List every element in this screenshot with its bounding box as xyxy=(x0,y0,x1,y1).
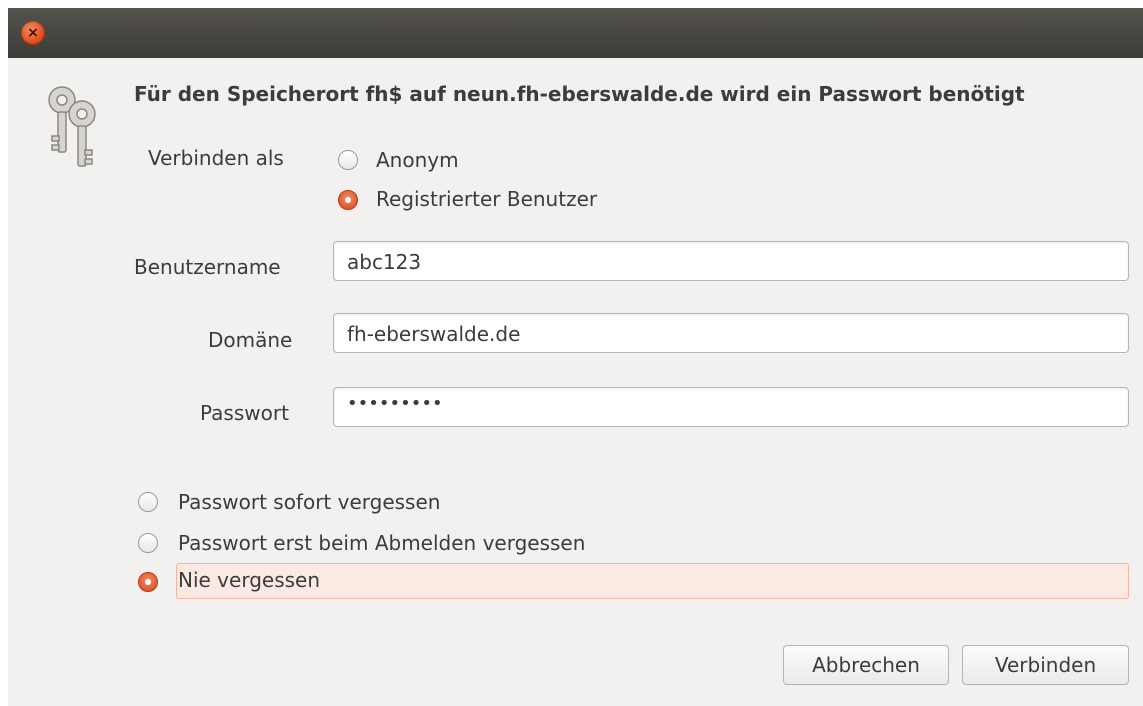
keys-icon xyxy=(48,86,96,167)
radio-forget-immediately[interactable] xyxy=(138,492,158,512)
password-field[interactable]: ••••••••• xyxy=(333,387,1129,427)
radio-forget-on-logout-label[interactable]: Passwort erst beim Abmelden vergessen xyxy=(178,531,585,555)
domain-label: Domäne xyxy=(208,328,293,352)
username-field[interactable]: abc123 xyxy=(333,241,1129,281)
domain-field[interactable]: fh-eberswalde.de xyxy=(333,313,1129,353)
cancel-button[interactable]: Abbrechen xyxy=(783,645,949,685)
close-icon[interactable]: × xyxy=(21,21,45,45)
password-value: ••••••••• xyxy=(347,393,443,414)
domain-value: fh-eberswalde.de xyxy=(347,322,521,346)
username-label: Benutzername xyxy=(134,255,281,279)
title-bar[interactable]: × xyxy=(8,8,1143,58)
username-value: abc123 xyxy=(347,250,422,274)
radio-anonymous-label[interactable]: Anonym xyxy=(376,148,459,172)
radio-never-forget-label[interactable]: Nie vergessen xyxy=(178,568,320,592)
radio-registered-user-label[interactable]: Registrierter Benutzer xyxy=(376,187,597,211)
radio-forget-on-logout[interactable] xyxy=(138,533,158,553)
password-label: Passwort xyxy=(200,401,289,425)
radio-registered-user[interactable] xyxy=(338,190,358,210)
radio-never-forget[interactable] xyxy=(138,572,158,592)
radio-forget-immediately-label[interactable]: Passwort sofort vergessen xyxy=(178,490,440,514)
connect-button[interactable]: Verbinden xyxy=(962,645,1129,685)
connect-as-label: Verbinden als xyxy=(148,146,284,170)
dialog-heading: Für den Speicherort fh$ auf neun.fh-eber… xyxy=(134,82,1025,106)
radio-anonymous[interactable] xyxy=(338,150,358,170)
password-dialog: × Für den Speicherort fh$ auf neun.fh-eb… xyxy=(8,8,1143,706)
